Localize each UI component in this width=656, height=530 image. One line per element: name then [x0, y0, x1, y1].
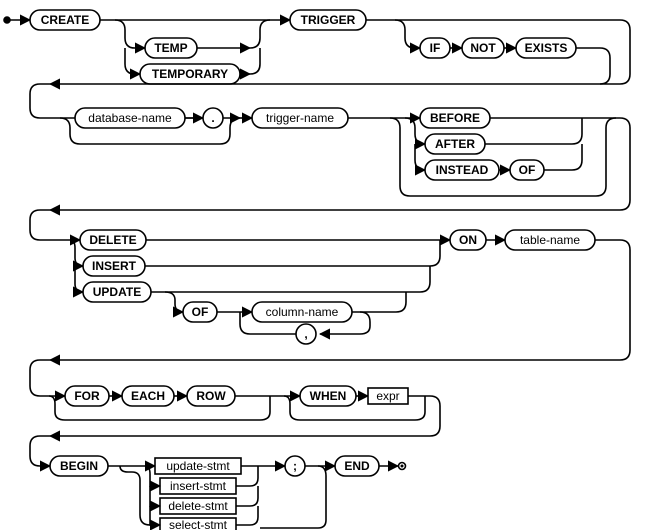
kw-of-timing: OF: [519, 163, 536, 177]
kw-exists: EXISTS: [525, 41, 568, 55]
rule-database-name: database-name: [88, 111, 172, 125]
rule-table-name: table-name: [520, 233, 580, 247]
kw-temp: TEMP: [154, 41, 187, 55]
kw-trigger: TRIGGER: [301, 13, 356, 27]
kw-instead: INSTEAD: [436, 163, 489, 177]
ruleref-select-stmt: select-stmt: [169, 518, 228, 530]
kw-end: END: [344, 459, 370, 473]
kw-insert: INSERT: [92, 259, 137, 273]
ruleref-delete-stmt: delete-stmt: [168, 499, 228, 513]
kw-of-columns: OF: [192, 305, 209, 319]
rule-column-name: column-name: [266, 305, 339, 319]
kw-temporary: TEMPORARY: [152, 67, 228, 81]
rule-trigger-name: trigger-name: [266, 111, 334, 125]
kw-create: CREATE: [41, 13, 89, 27]
kw-begin: BEGIN: [60, 459, 98, 473]
railroad-diagram: CREATE TEMP TEMPORARY TRIGGER IF NOT EXI…: [0, 0, 656, 530]
kw-comma: ,: [304, 327, 307, 341]
kw-if: IF: [430, 41, 441, 55]
kw-update: UPDATE: [93, 285, 141, 299]
kw-on: ON: [459, 233, 477, 247]
kw-row: ROW: [196, 389, 226, 403]
ruleref-expr: expr: [376, 389, 399, 403]
kw-semicolon: ;: [293, 459, 297, 473]
kw-delete: DELETE: [89, 233, 136, 247]
kw-for: FOR: [74, 389, 100, 403]
kw-not: NOT: [470, 41, 496, 55]
ruleref-update-stmt: update-stmt: [166, 459, 230, 473]
ruleref-insert-stmt: insert-stmt: [170, 479, 227, 493]
kw-after: AFTER: [435, 137, 475, 151]
kw-before: BEFORE: [430, 111, 480, 125]
kw-dot: .: [211, 111, 214, 125]
kw-each: EACH: [131, 389, 165, 403]
kw-when: WHEN: [310, 389, 347, 403]
